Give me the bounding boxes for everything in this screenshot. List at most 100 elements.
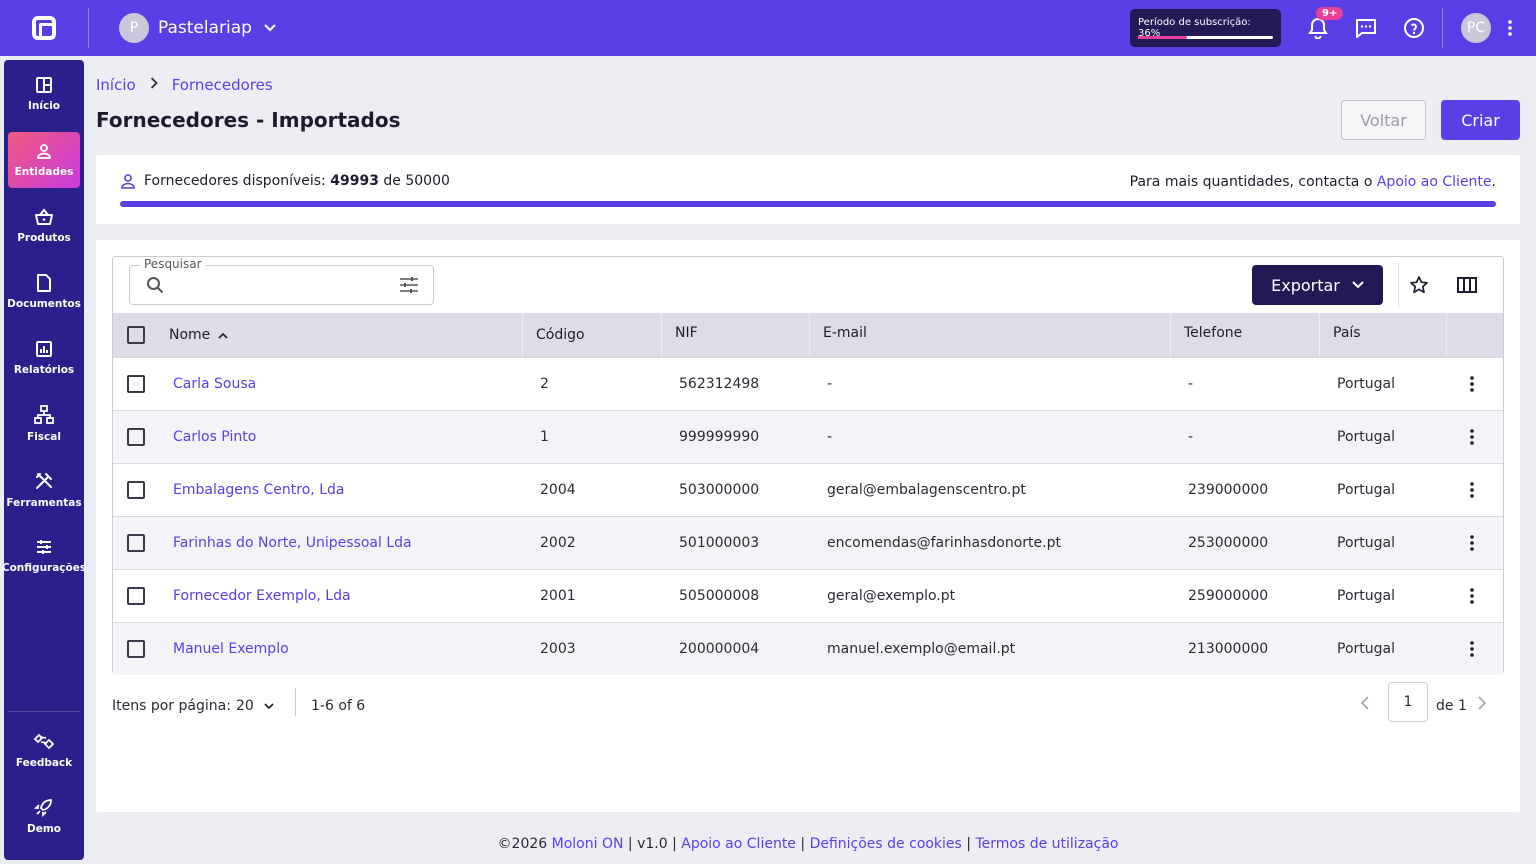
sidebar-item-entidades[interactable]: Entidades <box>8 132 80 188</box>
star-icon[interactable] <box>1407 273 1431 297</box>
sidebar-item-label: Relatórios <box>13 364 75 376</box>
copyright: ©2026 <box>497 836 548 852</box>
row-checkbox[interactable] <box>127 570 145 622</box>
sidebar-item-relatorios[interactable]: Relatórios <box>8 330 80 386</box>
terms-link[interactable]: Termos de utilização <box>975 836 1118 852</box>
supplier-email: - <box>827 376 833 392</box>
pager-divider <box>295 688 296 716</box>
supplier-name-link[interactable]: Carla Sousa <box>173 358 256 410</box>
chat-icon[interactable] <box>1352 14 1380 42</box>
person-icon <box>121 174 135 189</box>
supplier-country: Portugal <box>1337 429 1395 445</box>
supplier-name-link[interactable]: Carlos Pinto <box>173 411 256 463</box>
search-input[interactable]: Pesquisar <box>129 257 434 305</box>
row-checkbox[interactable] <box>127 464 145 516</box>
row-checkbox[interactable] <box>127 411 145 463</box>
supplier-nif: 999999990 <box>679 429 760 445</box>
network-icon <box>34 405 54 424</box>
table-row[interactable]: Manuel Exemplo 2003 200000004 manuel.exempl… <box>113 622 1503 675</box>
chevron-right-icon <box>150 77 158 93</box>
supplier-name-link[interactable]: Farinhas do Norte, Unipessoal Lda <box>173 517 412 569</box>
table-row[interactable]: Embalagens Centro, Lda 2004 503000000 geral… <box>113 463 1503 516</box>
help-icon[interactable] <box>1400 14 1428 42</box>
sidebar-item-label: Produtos <box>17 232 71 244</box>
more-vert-icon[interactable] <box>1498 14 1522 42</box>
chevron-down-icon <box>264 21 276 35</box>
supplier-name-link[interactable]: Embalagens Centro, Lda <box>173 464 344 516</box>
chevron-right-icon[interactable] <box>1478 696 1487 714</box>
company-selector[interactable]: P Pastelariap <box>119 13 276 43</box>
support-link[interactable]: Apoio ao Cliente <box>681 836 796 852</box>
back-button[interactable]: Voltar <box>1341 100 1426 140</box>
feedback-icon <box>33 733 55 750</box>
column-header-nif[interactable]: NIF <box>661 313 698 357</box>
column-header-telefone[interactable]: Telefone <box>1169 313 1242 357</box>
sidebar-item-inicio[interactable]: Início <box>8 66 80 122</box>
create-button[interactable]: Criar <box>1441 100 1520 140</box>
column-label: Nome <box>169 327 211 343</box>
items-per-page-select[interactable]: 20 <box>236 698 274 714</box>
page-number-input[interactable]: 1 <box>1388 682 1428 722</box>
supplier-phone: 259000000 <box>1188 588 1269 604</box>
column-header-pais[interactable]: País <box>1319 313 1361 357</box>
breadcrumb-fornecedores[interactable]: Fornecedores <box>172 76 273 94</box>
row-checkbox[interactable] <box>127 358 145 410</box>
table-row[interactable]: Carlos Pinto 1 999999990 - - Portugal <box>113 410 1503 463</box>
moloni-logo[interactable] <box>0 0 88 56</box>
supplier-name-link[interactable]: Manuel Exemplo <box>173 623 289 675</box>
support-link[interactable]: Apoio ao Cliente <box>1377 174 1492 190</box>
columns-icon[interactable] <box>1455 273 1479 297</box>
notifications-badge: 9+ <box>1316 7 1344 20</box>
table-row[interactable]: Farinhas do Norte, Unipessoal Lda 2002 501… <box>113 516 1503 569</box>
sidebar-divider <box>8 711 80 712</box>
sidebar-item-label: Feedback <box>15 757 73 769</box>
export-label: Exportar <box>1271 275 1340 295</box>
sidebar-item-ferramentas[interactable]: Ferramentas <box>6 462 82 518</box>
breadcrumb: Início Fornecedores <box>96 76 273 94</box>
sidebar-item-documentos[interactable]: Documentos <box>7 264 81 320</box>
search-icon <box>146 276 164 298</box>
suppliers-card: Pesquisar Exportar Nome Código NIF E-mai… <box>96 240 1520 812</box>
sidebar-item-label: Início <box>27 100 61 112</box>
sidebar-item-produtos[interactable]: Produtos <box>8 198 80 254</box>
select-all-checkbox[interactable] <box>127 313 145 357</box>
quota-contact-text: Para mais quantidades, contacta o <box>1129 174 1373 190</box>
supplier-phone: - <box>1188 429 1194 445</box>
more-vert-icon[interactable] <box>1470 464 1474 516</box>
company-name: Pastelariap <box>158 18 252 38</box>
person-icon <box>37 144 51 159</box>
sidebar-item-fiscal[interactable]: Fiscal <box>8 396 80 452</box>
subscription-period[interactable]: Período de subscrição: 36% <box>1130 9 1281 47</box>
more-vert-icon[interactable] <box>1470 517 1474 569</box>
supplier-phone: - <box>1188 376 1194 392</box>
supplier-code: 2001 <box>540 588 576 604</box>
sidebar-item-configuracoes[interactable]: Configurações <box>2 528 86 584</box>
column-header-codigo[interactable]: Código <box>522 313 585 357</box>
sidebar-item-feedback[interactable]: Feedback <box>8 722 80 778</box>
breadcrumb-inicio[interactable]: Início <box>96 76 136 94</box>
supplier-name-link[interactable]: Fornecedor Exemplo, Lda <box>173 570 351 622</box>
supplier-email: geral@exemplo.pt <box>827 588 956 604</box>
supplier-code: 1 <box>540 429 549 445</box>
supplier-country: Portugal <box>1337 588 1395 604</box>
version: v1.0 <box>637 836 668 852</box>
table-row[interactable]: Carla Sousa 2 562312498 - - Portugal <box>113 357 1503 410</box>
total-pages: de 1 <box>1436 698 1467 714</box>
more-vert-icon[interactable] <box>1470 411 1474 463</box>
cookies-link[interactable]: Definições de cookies <box>810 836 962 852</box>
row-checkbox[interactable] <box>127 623 145 675</box>
more-vert-icon[interactable] <box>1470 570 1474 622</box>
supplier-country: Portugal <box>1337 482 1395 498</box>
more-vert-icon[interactable] <box>1470 358 1474 410</box>
rocket-icon <box>34 799 52 817</box>
export-button[interactable]: Exportar <box>1252 265 1383 305</box>
row-checkbox[interactable] <box>127 517 145 569</box>
user-avatar[interactable]: PC <box>1461 13 1491 43</box>
more-vert-icon[interactable] <box>1470 623 1474 675</box>
brand-link[interactable]: Moloni ON <box>552 836 624 852</box>
table-row[interactable]: Fornecedor Exemplo, Lda 2001 505000008 gera… <box>113 569 1503 622</box>
column-header-email[interactable]: E-mail <box>809 313 867 357</box>
chevron-left-icon[interactable] <box>1360 696 1369 714</box>
filter-sliders-icon[interactable] <box>399 276 419 298</box>
column-header-nome[interactable]: Nome <box>169 313 228 357</box>
